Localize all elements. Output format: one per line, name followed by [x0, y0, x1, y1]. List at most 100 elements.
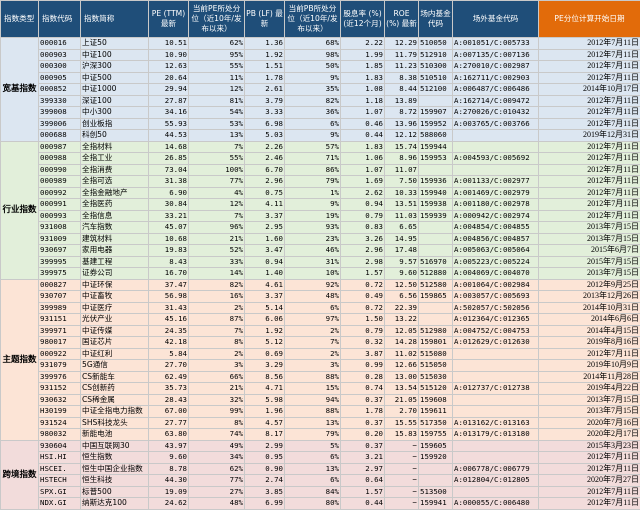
- cell-pe-start: 2013年7月15日: [538, 232, 640, 245]
- cell-offfund: [452, 439, 539, 452]
- cell-code: 931009: [38, 232, 81, 245]
- cell-offfund: [452, 393, 539, 406]
- cell-pb: 3.37: [244, 209, 285, 222]
- cell-pe: 56.98: [148, 290, 189, 303]
- cell-pe-start: 2019年12月31日: [538, 129, 640, 142]
- cell-offfund: [452, 485, 539, 498]
- cell-offfund: A:003057/C:005693: [452, 290, 539, 303]
- cell-dividend: 1.57: [340, 267, 385, 280]
- table-row: NDX.GI 纳斯达克100 24.62 48% 6.99 80% 0.44−159941 A…: [1, 497, 640, 510]
- cell-pe: 63.80: [148, 428, 189, 441]
- cell-pb-pct: 10%: [284, 267, 341, 280]
- cell-pe-pct: 77%: [188, 474, 245, 487]
- cell-offfund: A:004856/C:004857: [452, 232, 539, 245]
- cell-pe-pct: 7%: [188, 140, 245, 153]
- cell-roe: 15.74: [384, 140, 419, 153]
- cell-pb-pct: 97%: [284, 313, 341, 326]
- cell-pb-pct: 13%: [284, 462, 341, 475]
- cell-pb-pct: 71%: [284, 152, 341, 165]
- cell-dividend: 0.37: [340, 439, 385, 452]
- cell-pb-pct: 94%: [284, 393, 341, 406]
- cell-pb-pct: 93%: [284, 221, 341, 234]
- cell-pe-start: 2012年7月11日: [538, 94, 640, 107]
- cell-pe: 73.04: [148, 163, 189, 176]
- table-row: 931008 汽车指数 45.07 96% 2.95 93% 0.83 6.65 A:00485…: [1, 221, 640, 234]
- cell-onfund: [418, 462, 453, 475]
- cell-offfund: A:006778/C:006779: [452, 462, 539, 475]
- cell-pb-pct: 79%: [284, 428, 341, 441]
- table-row: 000993 全指信息 33.21 7% 3.37 19% 0.79 11.03 159939 A…: [1, 209, 640, 222]
- cell-pe-start: 2012年7月11日: [538, 497, 640, 510]
- table-row: 000852 中证1000 29.94 12% 2.61 35% 1.08 8.44 51210…: [1, 83, 640, 96]
- cell-code: 000903: [38, 48, 81, 61]
- cell-offfund: A:001469/C:002979: [452, 186, 539, 199]
- cell-pe-start: 2013年7月15日: [538, 267, 640, 280]
- cell-pe-pct: 32%: [188, 393, 245, 406]
- cell-name: 建筑材料: [80, 232, 149, 245]
- cell-pe-pct: 14%: [188, 267, 245, 280]
- cell-pe-start: 2012年9月25日: [538, 278, 640, 291]
- cell-pe-start: 2015年7月15日: [538, 255, 640, 268]
- cell-pe-start: 2013年7月15日: [538, 393, 640, 406]
- cell-roe: 11.23: [384, 60, 419, 73]
- cell-roe: 12.05: [384, 324, 419, 337]
- cell-pb-pct: 48%: [284, 290, 341, 303]
- cell-name: 全指金融地产: [80, 186, 149, 199]
- cell-name: 创业板指: [80, 117, 149, 130]
- cell-name: 汽车指数: [80, 221, 149, 234]
- cell-offfund: A:162714/C:009472: [452, 94, 539, 107]
- cell-pe: 19.09: [148, 485, 189, 498]
- cell-pb-pct: 6%: [284, 451, 341, 464]
- cell-pe: 16.70: [148, 267, 189, 280]
- table-row: H30199 中证全指电力指数 67.00 99% 1.96 88% 1.78 2.70 159…: [1, 405, 640, 418]
- cell-dividend: 1.85: [340, 60, 385, 73]
- cell-pb: 2.95: [244, 221, 285, 234]
- cell-roe: −: [384, 451, 419, 464]
- table-row: 399971 中证传媒 24.35 7% 1.92 2% 0.79 12.05 512980 A:…: [1, 324, 640, 337]
- cell-offfund: A:004752/C:004753: [452, 324, 539, 337]
- cell-pb-pct: 36%: [284, 106, 341, 119]
- cell-name: 上证50: [80, 37, 149, 50]
- cell-roe: 14.95: [384, 232, 419, 245]
- cell-dividend: 0.83: [340, 221, 385, 234]
- cell-offfund: A:012737/C:012738: [452, 382, 539, 395]
- cell-pe: 8.43: [148, 255, 189, 268]
- cell-pb-pct: 86%: [284, 163, 341, 176]
- cell-offfund: [452, 370, 539, 383]
- cell-pe: 9.60: [148, 451, 189, 464]
- cell-pe-pct: 82%: [188, 278, 245, 291]
- cell-pe: 27.70: [148, 359, 189, 372]
- cell-offfund: A:004069/C:004070: [452, 267, 539, 280]
- cell-code: 000990: [38, 163, 81, 176]
- cell-dividend: 0.64: [340, 474, 385, 487]
- cell-dividend: 0.44: [340, 129, 385, 142]
- cell-pb-pct: 23%: [284, 232, 341, 245]
- table-row: HSCEI. 恒生中国企业指数 8.78 62% 0.90 13% 2.97− A:00677…: [1, 462, 640, 475]
- cell-code: 399330: [38, 94, 81, 107]
- cell-code: 000300: [38, 60, 81, 73]
- cell-dividend: 1.07: [340, 163, 385, 176]
- cell-pe: 29.94: [148, 83, 189, 96]
- cell-code: HSCEI.: [38, 462, 81, 475]
- header-row: 指数类型 指数代码 指数简称 PE (TTM) 最新 当前PE所处分位（近10年…: [0, 0, 640, 38]
- table-row: 399330 深证100 27.87 81% 3.79 82% 1.18 13.89 A:162…: [1, 94, 640, 107]
- cell-offfund: A:000055/C:006480: [452, 497, 539, 510]
- cell-pe-start: 2014年10月17日: [538, 83, 640, 96]
- cell-pe: 55.93: [148, 117, 189, 130]
- cell-dividend: 1.18: [340, 94, 385, 107]
- cell-name: CS稀金属: [80, 393, 149, 406]
- cell-dividend: 2.98: [340, 255, 385, 268]
- cell-offfund: A:502057/C:502056: [452, 301, 539, 314]
- cell-pe-pct: 49%: [188, 439, 245, 452]
- section-label: 主题指数: [0, 278, 39, 441]
- cell-pe-pct: 2%: [188, 347, 245, 360]
- cell-offfund: [452, 129, 539, 142]
- cell-roe: 9.57: [384, 255, 419, 268]
- cell-name: 中证500: [80, 71, 149, 84]
- cell-offfund: [452, 163, 539, 176]
- cell-roe: 2.70: [384, 405, 419, 418]
- cell-code: 931008: [38, 221, 81, 234]
- cell-code: 000992: [38, 186, 81, 199]
- table-row: 931079 5G通信 27.70 3% 3.29 3% 0.99 12.66 515050 20…: [1, 359, 640, 372]
- section-label: 宽基指数: [0, 37, 39, 142]
